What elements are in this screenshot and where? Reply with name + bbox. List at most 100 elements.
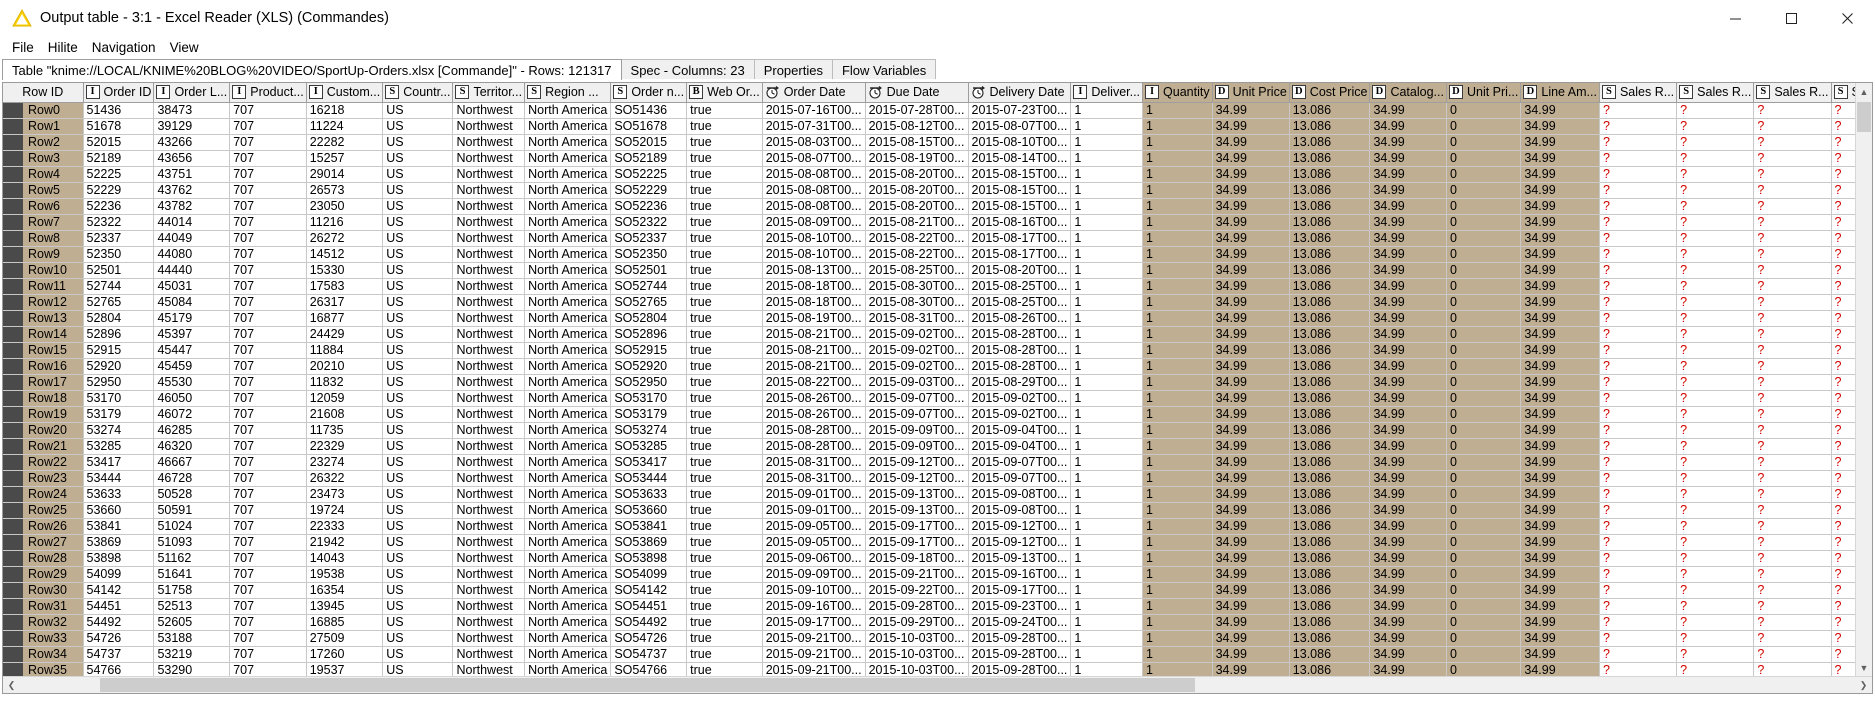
table-cell[interactable]: SO52765: [610, 294, 688, 311]
column-header[interactable]: S Region ...: [524, 83, 612, 103]
table-cell[interactable]: North America: [524, 342, 612, 359]
table-cell[interactable]: 1: [1070, 294, 1144, 311]
missing-value-cell[interactable]: ?: [1753, 374, 1832, 391]
table-cell[interactable]: 52744: [83, 278, 155, 295]
table-row[interactable]: 53841 51024 707 22333 US Northwest North Ameri…: [83, 518, 1855, 535]
table-row[interactable]: 52915 45447 707 11884 US Northwest North Ameri…: [83, 342, 1855, 359]
table-cell[interactable]: 34.99: [1212, 502, 1290, 519]
table-cell[interactable]: 2015-09-02T00...: [968, 406, 1072, 423]
table-cell[interactable]: 13.086: [1289, 470, 1371, 487]
table-cell[interactable]: US: [382, 214, 454, 231]
table-cell[interactable]: 2015-09-02T00...: [865, 342, 969, 359]
table-cell[interactable]: US: [382, 102, 454, 119]
table-cell[interactable]: 13.086: [1289, 214, 1371, 231]
rowid-cell[interactable]: Row18: [3, 390, 84, 407]
table-cell[interactable]: 34.99: [1520, 358, 1600, 375]
table-cell[interactable]: 53660: [83, 502, 155, 519]
table-row[interactable]: 54737 53219 707 17260 US Northwest North Ameri…: [83, 646, 1855, 663]
table-cell[interactable]: 2015-08-15T00...: [968, 166, 1072, 183]
missing-value-cell[interactable]: ?: [1753, 230, 1832, 247]
table-cell[interactable]: 0: [1446, 470, 1522, 487]
table-cell[interactable]: 2015-08-08T00...: [762, 182, 866, 199]
table-cell[interactable]: 13.086: [1289, 182, 1371, 199]
table-cell[interactable]: 52804: [83, 310, 155, 327]
table-cell[interactable]: 13.086: [1289, 134, 1371, 151]
missing-value-cell[interactable]: ?: [1831, 502, 1855, 519]
table-cell[interactable]: 13.086: [1289, 118, 1371, 135]
table-row[interactable]: 52804 45179 707 16877 US Northwest North Ameri…: [83, 310, 1855, 327]
table-cell[interactable]: 13.086: [1289, 502, 1371, 519]
table-cell[interactable]: 11735: [306, 422, 384, 439]
table-cell[interactable]: 1: [1070, 534, 1144, 551]
table-cell[interactable]: 707: [229, 422, 307, 439]
missing-value-cell[interactable]: ?: [1599, 486, 1678, 503]
table-cell[interactable]: 13.086: [1289, 454, 1371, 471]
table-cell[interactable]: 2015-08-28T00...: [762, 422, 866, 439]
missing-value-cell[interactable]: ?: [1831, 198, 1855, 215]
table-cell[interactable]: 46667: [153, 454, 231, 471]
rowid-row[interactable]: Row24: [3, 486, 84, 503]
table-cell[interactable]: 2015-09-07T00...: [968, 454, 1072, 471]
table-cell[interactable]: true: [686, 326, 763, 343]
table-cell[interactable]: 34.99: [1369, 454, 1447, 471]
table-cell[interactable]: 46072: [153, 406, 231, 423]
table-cell[interactable]: 707: [229, 406, 307, 423]
table-cell[interactable]: 34.99: [1369, 294, 1447, 311]
missing-value-cell[interactable]: ?: [1831, 614, 1855, 631]
horizontal-scroll-thumb[interactable]: [100, 678, 1195, 692]
table-cell[interactable]: 34.99: [1212, 566, 1290, 583]
tab-properties[interactable]: Properties: [753, 59, 833, 80]
table-cell[interactable]: 53179: [83, 406, 155, 423]
table-cell[interactable]: US: [382, 358, 454, 375]
table-cell[interactable]: Northwest: [452, 326, 526, 343]
table-cell[interactable]: North America: [524, 534, 612, 551]
table-cell[interactable]: 2015-08-22T00...: [865, 246, 969, 263]
hilite-swatch[interactable]: [3, 230, 23, 245]
scroll-down-arrow[interactable]: ▼: [1856, 659, 1872, 676]
table-cell[interactable]: 0: [1446, 198, 1522, 215]
table-cell[interactable]: 707: [229, 582, 307, 599]
table-cell[interactable]: 34.99: [1212, 262, 1290, 279]
minimize-button[interactable]: [1707, 0, 1763, 36]
missing-value-cell[interactable]: ?: [1753, 662, 1832, 676]
table-cell[interactable]: Northwest: [452, 518, 526, 535]
missing-value-cell[interactable]: ?: [1676, 390, 1755, 407]
table-cell[interactable]: US: [382, 630, 454, 647]
table-row[interactable]: 52225 43751 707 29014 US Northwest North Ameri…: [83, 166, 1855, 183]
missing-value-cell[interactable]: ?: [1753, 550, 1832, 567]
table-cell[interactable]: 52501: [83, 262, 155, 279]
table-cell[interactable]: US: [382, 614, 454, 631]
table-cell[interactable]: Northwest: [452, 214, 526, 231]
table-cell[interactable]: US: [382, 566, 454, 583]
table-cell[interactable]: 707: [229, 134, 307, 151]
table-cell[interactable]: 1: [1070, 198, 1144, 215]
hilite-swatch[interactable]: [3, 470, 23, 485]
table-cell[interactable]: 1: [1070, 102, 1144, 119]
column-header[interactable]: I Custom...: [306, 83, 384, 103]
table-cell[interactable]: 0: [1446, 278, 1522, 295]
missing-value-cell[interactable]: ?: [1753, 646, 1832, 663]
table-cell[interactable]: 2015-09-16T00...: [968, 566, 1072, 583]
table-cell[interactable]: 34.99: [1520, 614, 1600, 631]
missing-value-cell[interactable]: ?: [1753, 518, 1832, 535]
table-cell[interactable]: 2015-09-09T00...: [865, 438, 969, 455]
rowid-cell[interactable]: Row34: [3, 646, 84, 663]
table-cell[interactable]: Northwest: [452, 470, 526, 487]
missing-value-cell[interactable]: ?: [1676, 230, 1755, 247]
table-cell[interactable]: 1: [1142, 598, 1213, 615]
missing-value-cell[interactable]: ?: [1676, 646, 1755, 663]
table-cell[interactable]: 11224: [306, 118, 384, 135]
table-cell[interactable]: US: [382, 646, 454, 663]
table-cell[interactable]: 2015-09-21T00...: [762, 662, 866, 676]
missing-value-cell[interactable]: ?: [1599, 262, 1678, 279]
table-cell[interactable]: 34.99: [1212, 342, 1290, 359]
table-cell[interactable]: 1: [1142, 150, 1213, 167]
table-cell[interactable]: US: [382, 262, 454, 279]
rowid-cell[interactable]: Row10: [3, 262, 84, 279]
missing-value-cell[interactable]: ?: [1831, 150, 1855, 167]
table-cell[interactable]: 2015-08-21T00...: [865, 214, 969, 231]
table-cell[interactable]: 1: [1142, 534, 1213, 551]
table-cell[interactable]: 2015-08-21T00...: [762, 358, 866, 375]
table-cell[interactable]: 13.086: [1289, 198, 1371, 215]
rowid-cell[interactable]: Row27: [3, 534, 84, 551]
